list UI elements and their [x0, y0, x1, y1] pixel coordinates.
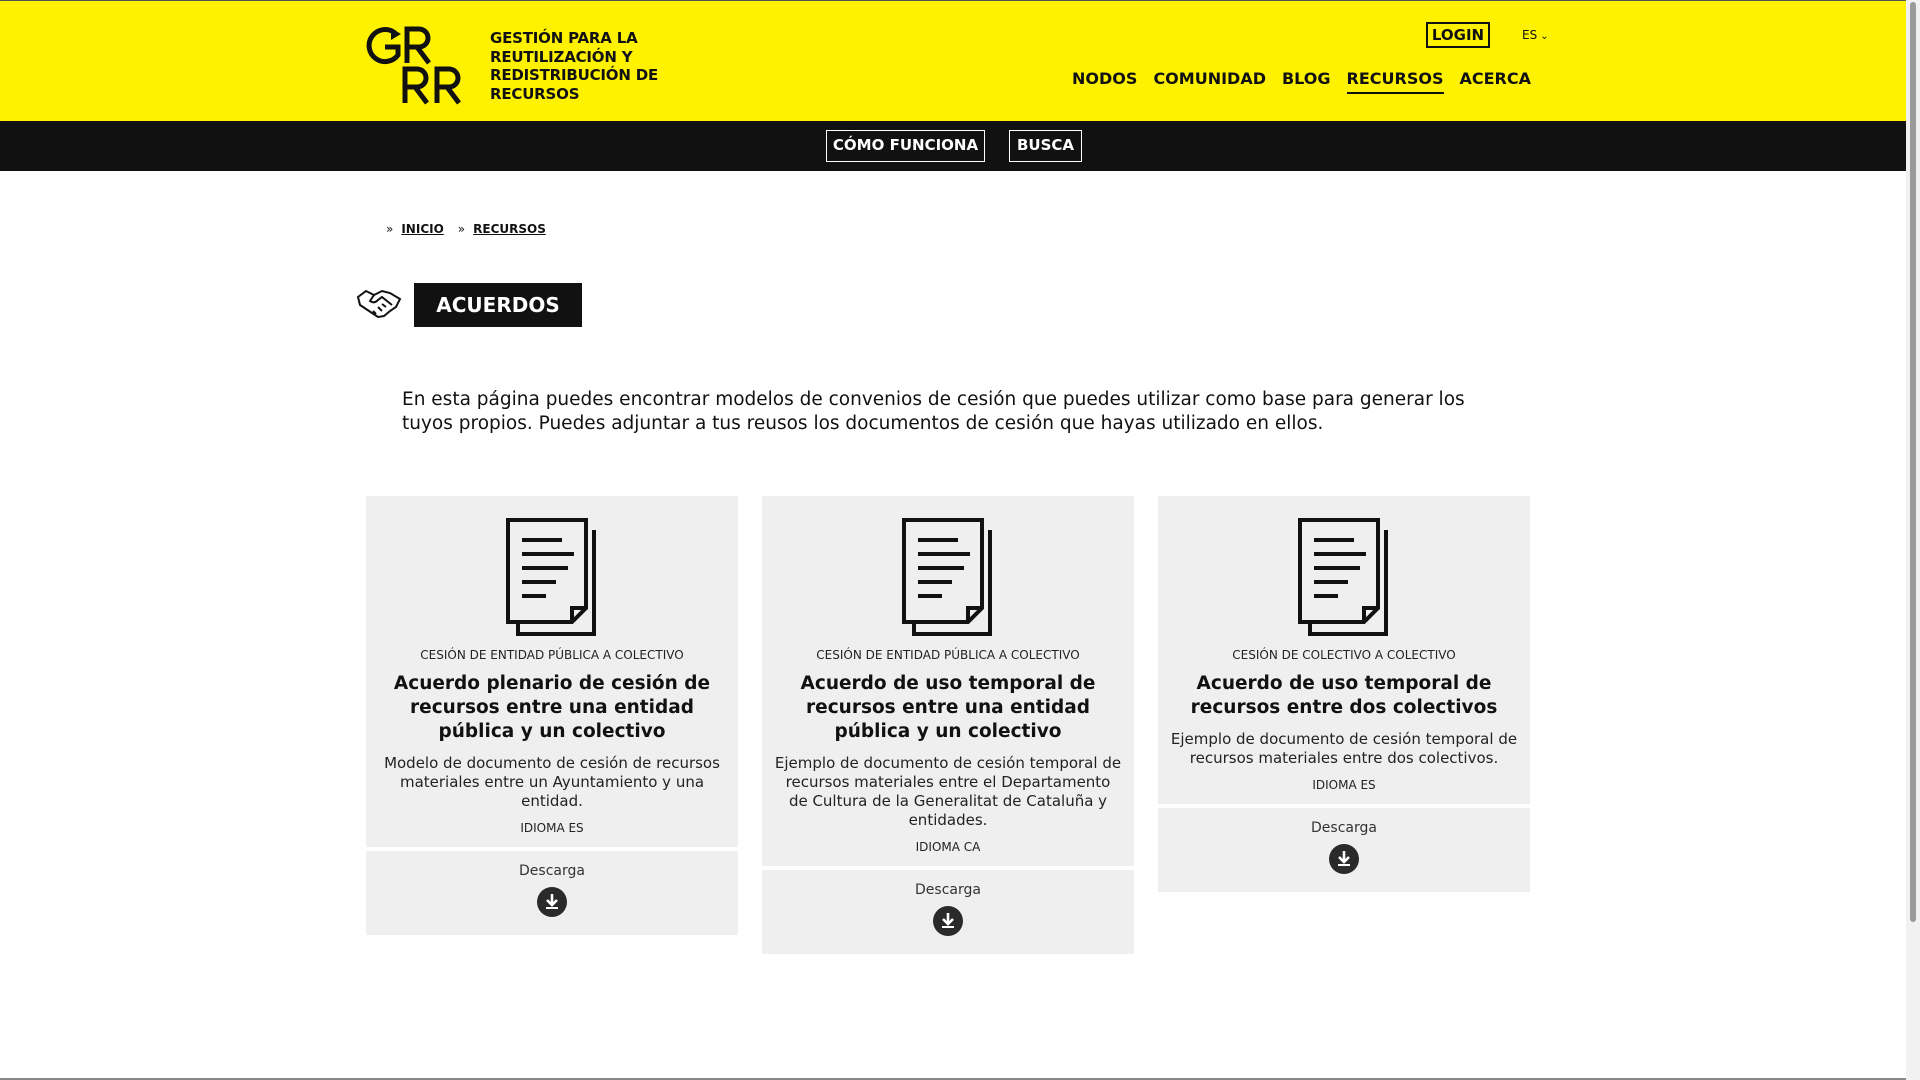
download-label: Descarga — [519, 863, 585, 879]
search-button[interactable]: BUSCA — [1009, 130, 1082, 162]
download-icon[interactable] — [537, 887, 567, 917]
site-tagline: GESTIÓN PARA LA REUTILIZACIÓN Y REDISTRI… — [490, 29, 659, 103]
handshake-icon — [356, 289, 402, 319]
language-label: ES — [1522, 28, 1538, 42]
logo-icon — [366, 26, 461, 105]
card-download[interactable]: Descarga — [1158, 808, 1530, 892]
document-icon — [902, 518, 992, 636]
download-label: Descarga — [1311, 820, 1377, 836]
site-logo[interactable] — [361, 25, 471, 105]
breadcrumb-recursos[interactable]: RECURSOS — [473, 222, 546, 236]
login-button[interactable]: LOGIN — [1426, 22, 1490, 48]
download-label: Descarga — [915, 882, 981, 898]
nav-item-comunidad[interactable]: COMUNIDAD — [1153, 69, 1266, 94]
card-title[interactable]: Acuerdo de uso temporal de recursos entr… — [1172, 672, 1516, 720]
card-language: IDIOMA ES — [520, 821, 584, 835]
card-description: Modelo de documento de cesión de recurso… — [384, 754, 720, 810]
nav-item-blog[interactable]: BLOG — [1282, 69, 1331, 94]
breadcrumb-home[interactable]: INICIO — [401, 222, 443, 236]
card-category: CESIÓN DE ENTIDAD PÚBLICA A COLECTIVO — [816, 648, 1080, 662]
download-icon[interactable] — [1329, 844, 1359, 874]
card-body[interactable]: CESIÓN DE ENTIDAD PÚBLICA A COLECTIVO Ac… — [366, 496, 738, 847]
nav-item-recursos[interactable]: RECURSOS — [1346, 69, 1444, 94]
card-category: CESIÓN DE ENTIDAD PÚBLICA A COLECTIVO — [420, 648, 684, 662]
breadcrumb-separator: » — [457, 222, 466, 236]
how-it-works-button[interactable]: CÓMO FUNCIONA — [826, 130, 985, 162]
document-icon — [506, 518, 596, 636]
card-download[interactable]: Descarga — [366, 851, 738, 935]
card-category: CESIÓN DE COLECTIVO A COLECTIVO — [1232, 648, 1456, 662]
card-description: Ejemplo de documento de cesión temporal … — [1170, 730, 1518, 767]
page-intro: En esta página puedes encontrar modelos … — [402, 389, 1465, 434]
page-title: ACUERDOS — [414, 283, 582, 327]
card-body[interactable]: CESIÓN DE COLECTIVO A COLECTIVO Acuerdo … — [1158, 496, 1530, 804]
card-title[interactable]: Acuerdo de uso temporal de recursos entr… — [776, 672, 1120, 744]
scrollbar-thumb[interactable] — [1910, 2, 1916, 922]
card-body[interactable]: CESIÓN DE ENTIDAD PÚBLICA A COLECTIVO Ac… — [762, 496, 1134, 866]
language-selector[interactable]: ES ⌄ — [1522, 28, 1549, 42]
breadcrumb-separator: » — [386, 222, 394, 236]
download-icon[interactable] — [933, 906, 963, 936]
card-download[interactable]: Descarga — [762, 870, 1134, 954]
breadcrumb: » INICIO » RECURSOS — [386, 222, 560, 236]
agreement-card: CESIÓN DE ENTIDAD PÚBLICA A COLECTIVO Ac… — [762, 496, 1134, 954]
agreement-card: CESIÓN DE COLECTIVO A COLECTIVO Acuerdo … — [1158, 496, 1530, 892]
main-nav: NODOS COMUNIDAD BLOG RECURSOS ACERCA — [1072, 69, 1531, 94]
agreement-card: CESIÓN DE ENTIDAD PÚBLICA A COLECTIVO Ac… — [366, 496, 738, 935]
document-icon — [1298, 518, 1388, 636]
card-description: Ejemplo de documento de cesión temporal … — [774, 754, 1122, 829]
site-header: GESTIÓN PARA LA REUTILIZACIÓN Y REDISTRI… — [0, 0, 1906, 122]
card-title[interactable]: Acuerdo plenario de cesión de recursos e… — [380, 672, 724, 744]
nav-item-acerca[interactable]: ACERCA — [1460, 69, 1532, 94]
card-language: IDIOMA CA — [915, 840, 981, 854]
card-language: IDIOMA ES — [1312, 778, 1376, 792]
chevron-down-icon: ⌄ — [1540, 31, 1549, 42]
nav-item-nodos[interactable]: NODOS — [1072, 69, 1137, 94]
